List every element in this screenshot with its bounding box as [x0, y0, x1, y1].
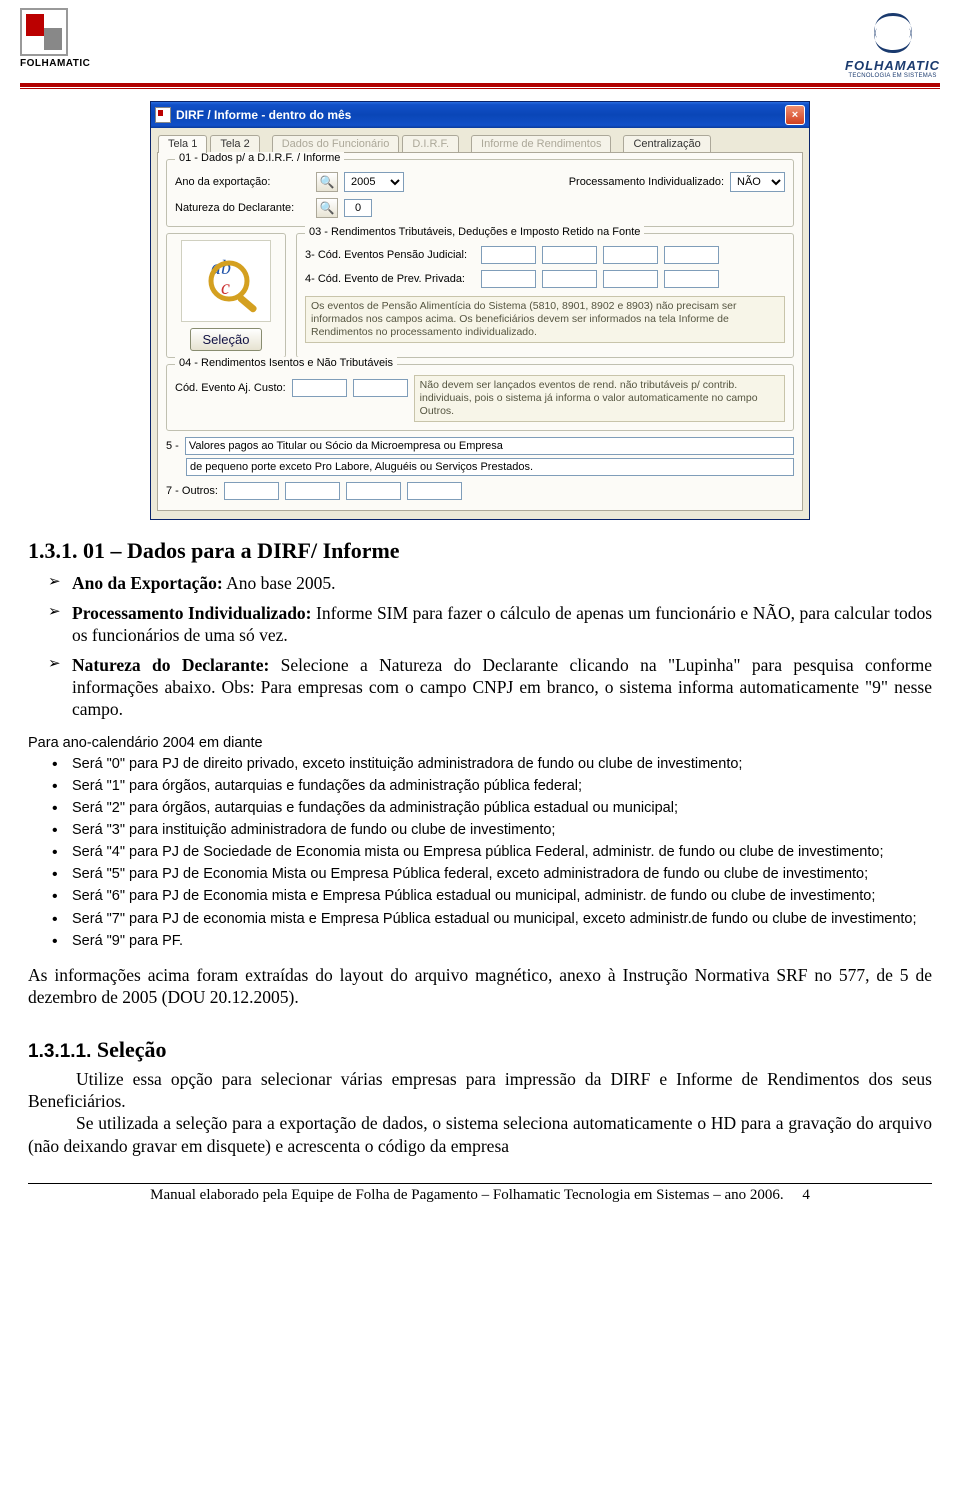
page-header: FOLHAMATIC FOLHAMATIC TECNOLOGIA EM SIST… — [0, 0, 960, 79]
tabs-row: Tela 1 Tela 2 Dados do Funcionário D.I.R… — [157, 132, 803, 152]
tab-tela1[interactable]: Tela 1 — [158, 135, 207, 153]
logo-right-icon — [863, 8, 923, 58]
ajcusto-input-2[interactable] — [353, 379, 408, 397]
section-7-label: 7 - Outros: — [166, 485, 218, 497]
footer-divider — [28, 1183, 932, 1184]
pensao-input-3[interactable] — [603, 246, 658, 264]
sub-bullets: Será "0" para PJ de direito privado, exc… — [28, 755, 932, 950]
window-titlebar: DIRF / Informe - dentro do mês × — [151, 102, 809, 128]
selecao-panel: ab c Seleção — [166, 233, 286, 358]
sub-item: Será "6" para PJ de Economia mista e Emp… — [72, 887, 932, 905]
tab-panel: 01 - Dados p/ a D.I.R.F. / Informe Ano d… — [157, 152, 803, 511]
sub-item: Será "3" para instituição administradora… — [72, 821, 932, 839]
section-04-title: 04 - Rendimentos Isentos e Não Tributáve… — [175, 357, 397, 369]
close-icon[interactable]: × — [785, 105, 805, 125]
prev-input-3[interactable] — [603, 270, 658, 288]
ano-label: Ano da exportação: — [175, 176, 310, 188]
prev-input-4[interactable] — [664, 270, 719, 288]
prev-input-1[interactable] — [481, 270, 536, 288]
proc-label: Processamento Individualizado: — [569, 176, 724, 188]
selecao-button[interactable]: Seleção — [190, 328, 263, 351]
tab-tela2[interactable]: Tela 2 — [210, 135, 259, 152]
natureza-label: Natureza do Declarante: — [175, 202, 310, 214]
prev-input-2[interactable] — [542, 270, 597, 288]
header-divider — [20, 83, 940, 89]
tab-centralizacao[interactable]: Centralização — [623, 135, 710, 152]
bullet-item: Natureza do Declarante: Selecione a Natu… — [72, 654, 932, 721]
section-04-note: Não devem ser lançados eventos de rend. … — [414, 375, 785, 422]
sub-item: Será "5" para PJ de Economia Mista ou Em… — [72, 865, 932, 883]
page-number: 4 — [802, 1187, 810, 1203]
sub-item: Será "2" para órgãos, autarquias e funda… — [72, 799, 932, 817]
logo-right-sublabel: TECNOLOGIA EM SISTEMAS — [845, 73, 940, 79]
logo-right-label: FOLHAMATIC — [845, 58, 940, 73]
main-bullets: Ano da Exportação: Ano base 2005. Proces… — [28, 572, 932, 720]
section-5-input-1[interactable] — [185, 437, 794, 455]
section-5-input-2[interactable] — [186, 458, 794, 476]
tab-dirf[interactable]: D.I.R.F. — [402, 135, 459, 152]
paragraph-selecao-2: Se utilizada a seleção para a exportação… — [28, 1112, 932, 1157]
section-04: 04 - Rendimentos Isentos e Não Tributáve… — [166, 364, 794, 431]
pensao-input-2[interactable] — [542, 246, 597, 264]
outros-input-4[interactable] — [407, 482, 462, 500]
prev-label: 4- Cód. Evento de Prev. Privada: — [305, 273, 475, 285]
window-body: Tela 1 Tela 2 Dados do Funcionário D.I.R… — [151, 128, 809, 519]
pensao-label: 3- Cód. Eventos Pensão Judicial: — [305, 249, 475, 261]
outros-input-2[interactable] — [285, 482, 340, 500]
proc-select[interactable]: NÃO — [730, 172, 785, 192]
pensao-input-1[interactable] — [481, 246, 536, 264]
section-5-label: 5 - — [166, 440, 179, 452]
bullet-item: Processamento Individualizado: Informe S… — [72, 602, 932, 647]
ajcusto-label: Cód. Evento Aj. Custo: — [175, 382, 286, 394]
selecao-image: ab c — [181, 240, 271, 322]
window-title: DIRF / Informe - dentro do mês — [176, 108, 785, 122]
paragraph-selecao-1: Utilize essa opção para selecionar vária… — [28, 1068, 932, 1113]
natureza-input[interactable] — [344, 199, 372, 217]
sub-intro: Para ano-calendário 2004 em diante — [28, 735, 932, 751]
section-03: 03 - Rendimentos Tributáveis, Deduções e… — [296, 233, 794, 358]
lookup-icon[interactable]: 🔍 — [316, 172, 338, 192]
logo-left-label: FOLHAMATIC — [20, 58, 115, 69]
window-app-icon — [155, 107, 171, 123]
ano-select[interactable]: 2005 — [344, 172, 404, 192]
sub-item: Será "9" para PF. — [72, 932, 932, 950]
ajcusto-input-1[interactable] — [292, 379, 347, 397]
footer-text: Manual elaborado pela Equipe de Folha de… — [150, 1187, 784, 1203]
logo-left: FOLHAMATIC — [20, 8, 115, 69]
section-01: 01 - Dados p/ a D.I.R.F. / Informe Ano d… — [166, 159, 794, 227]
logo-left-icon — [20, 8, 68, 56]
tab-dados-func[interactable]: Dados do Funcionário — [272, 135, 400, 152]
document-body: 1.3.1. 01 – Dados para a DIRF/ Informe A… — [0, 520, 960, 1157]
sub-item: Será "4" para PJ de Sociedade de Economi… — [72, 843, 932, 861]
sub-item: Será "0" para PJ de direito privado, exc… — [72, 755, 932, 773]
section-03-title: 03 - Rendimentos Tributáveis, Deduções e… — [305, 226, 644, 238]
tab-informe-rend[interactable]: Informe de Rendimentos — [471, 135, 611, 152]
section-03-note: Os eventos de Pensão Alimentícia do Sist… — [305, 296, 785, 343]
page-footer: Manual elaborado pela Equipe de Folha de… — [0, 1187, 960, 1214]
heading-1311: 1.3.1.1. Seleção — [28, 1037, 932, 1063]
paragraph-source: As informações acima foram extraídas do … — [28, 964, 932, 1009]
heading-131: 1.3.1. 01 – Dados para a DIRF/ Informe — [28, 538, 932, 564]
outros-input-3[interactable] — [346, 482, 401, 500]
section-01-title: 01 - Dados p/ a D.I.R.F. / Informe — [175, 152, 344, 164]
logo-right: FOLHAMATIC TECNOLOGIA EM SISTEMAS — [845, 8, 940, 79]
sub-item: Será "7" para PJ de economia mista e Emp… — [72, 910, 932, 928]
lookup-icon[interactable]: 🔍 — [316, 198, 338, 218]
pensao-input-4[interactable] — [664, 246, 719, 264]
bullet-item: Ano da Exportação: Ano base 2005. — [72, 572, 932, 594]
outros-input-1[interactable] — [224, 482, 279, 500]
sub-item: Será "1" para órgãos, autarquias e funda… — [72, 777, 932, 795]
dirf-window: DIRF / Informe - dentro do mês × Tela 1 … — [150, 101, 810, 520]
